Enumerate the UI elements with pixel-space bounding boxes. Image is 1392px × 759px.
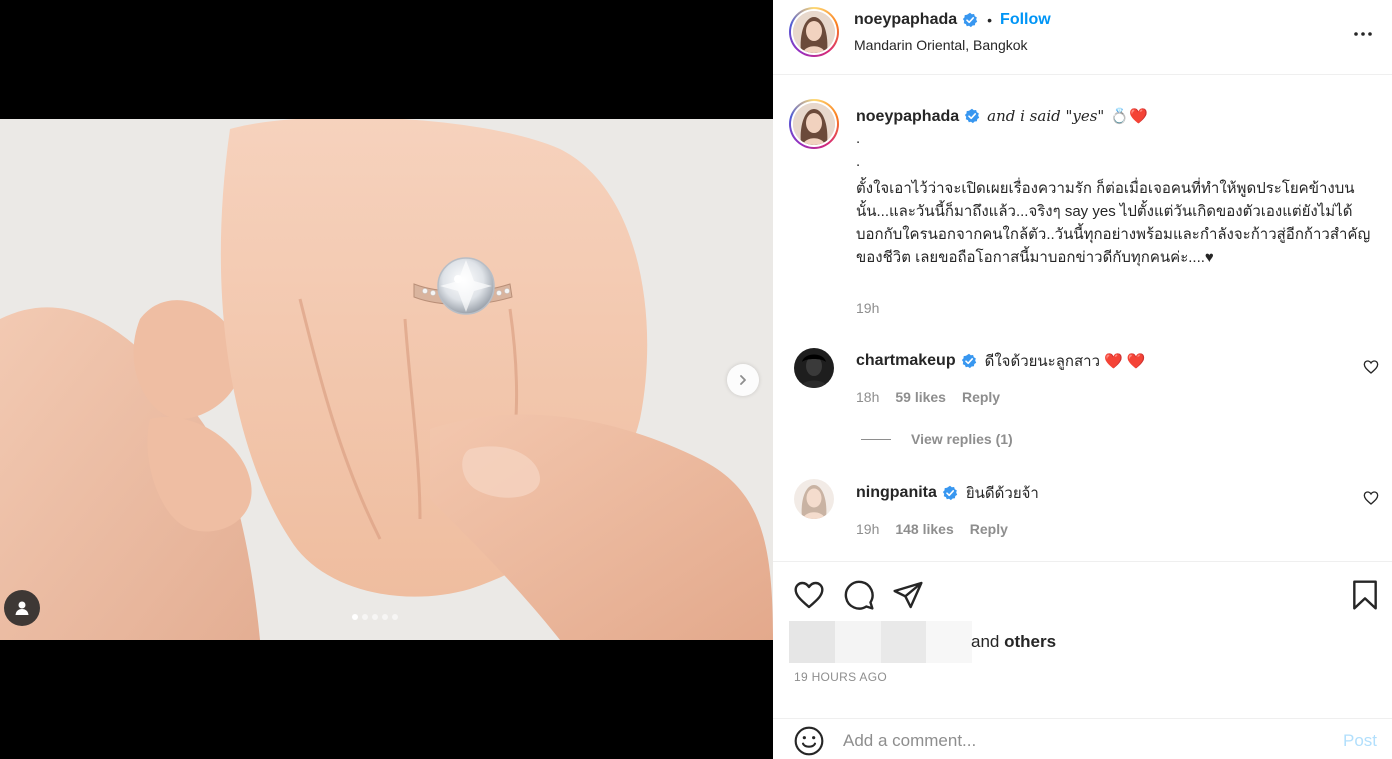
post-details-panel: noeypaphada • Follow Mandarin Oriental, …: [773, 0, 1392, 759]
carousel-dot: [362, 614, 368, 620]
view-replies-button[interactable]: View replies (1): [861, 431, 1013, 447]
comment-button[interactable]: [842, 578, 876, 612]
commenter-avatar-photo: [794, 479, 834, 519]
caption-dot-line: .: [856, 130, 861, 147]
carousel-dot: [392, 614, 398, 620]
more-options-button[interactable]: [1353, 24, 1373, 44]
commenter-avatar[interactable]: [794, 479, 834, 519]
likes-summary: and others: [789, 621, 1056, 663]
like-button[interactable]: [792, 578, 826, 612]
comment-text: ยินดีด้วยจ้า: [965, 485, 1039, 502]
commenter-username[interactable]: ningpanita: [856, 484, 937, 502]
comment-time[interactable]: 19h: [856, 521, 879, 537]
comment-like-heart-icon[interactable]: [1363, 490, 1379, 506]
smiley-icon: [794, 726, 824, 756]
post-timestamp[interactable]: 19 HOURS AGO: [794, 670, 887, 684]
likes-text[interactable]: and others: [971, 632, 1056, 652]
bookmark-icon: [1353, 580, 1377, 610]
commenter-avatar[interactable]: [794, 348, 834, 388]
liker-avatars-blurred[interactable]: [789, 621, 972, 663]
comment-likes[interactable]: 59 likes: [895, 389, 946, 405]
chevron-right-icon: [740, 375, 746, 385]
view-replies-label: View replies (1): [911, 431, 1013, 447]
carousel-dot: [382, 614, 388, 620]
author-avatar-photo: [793, 11, 835, 53]
caption-title: and i said "yes": [987, 106, 1105, 125]
caption-body: ตั้งใจเอาไว้ว่าจะเปิดเผยเรื่องความรัก ก็…: [856, 180, 1371, 266]
comment-reply-button[interactable]: Reply: [962, 389, 1000, 405]
caption-avatar-photo: [793, 103, 835, 145]
carousel-next-button[interactable]: [727, 364, 759, 396]
commenter-username[interactable]: chartmakeup: [856, 352, 956, 370]
comment-likes[interactable]: 148 likes: [895, 521, 953, 537]
commenter-avatar-photo: [794, 348, 834, 388]
heart-outline-icon: [794, 581, 824, 609]
verified-badge-icon: [965, 108, 980, 124]
caption-time[interactable]: 19h: [856, 300, 879, 316]
verified-badge-icon: [963, 12, 978, 28]
comment-reply-button[interactable]: Reply: [970, 521, 1008, 537]
post-comment-button[interactable]: Post: [1343, 731, 1377, 751]
author-avatar[interactable]: [789, 7, 839, 57]
post-caption: noeypaphada and i said "yes" 💍❤️ . . ตั้…: [856, 105, 1376, 269]
save-button[interactable]: [1348, 578, 1382, 612]
user-tag-icon: [15, 601, 29, 615]
comment-input[interactable]: [843, 727, 1323, 755]
comment-bubble-icon: [844, 580, 874, 610]
comment-like-heart-icon[interactable]: [1363, 359, 1379, 375]
heart-emoji: ❤️ ❤️: [1104, 353, 1146, 370]
replies-divider: [861, 438, 891, 440]
likes-and-label: and: [971, 632, 1000, 651]
tagged-users-button[interactable]: [4, 590, 40, 626]
author-username[interactable]: noeypaphada: [854, 11, 957, 29]
add-comment-form: Post: [773, 718, 1392, 759]
engagement-ring-hands-photo: [0, 119, 773, 640]
author-line: noeypaphada • Follow: [854, 11, 1051, 29]
post-location[interactable]: Mandarin Oriental, Bangkok: [854, 37, 1028, 53]
carousel-indicator: [352, 614, 398, 620]
share-button[interactable]: [891, 578, 925, 612]
caption-dot-line: .: [856, 153, 861, 170]
comment-time[interactable]: 18h: [856, 389, 879, 405]
post-photo[interactable]: [0, 119, 773, 640]
post-header: noeypaphada • Follow Mandarin Oriental, …: [773, 0, 1392, 75]
caption-username[interactable]: noeypaphada: [856, 105, 959, 128]
paper-plane-icon: [893, 581, 923, 609]
verified-badge-icon: [961, 353, 976, 369]
follow-button[interactable]: Follow: [1000, 11, 1051, 29]
post-media: [0, 0, 773, 759]
caption-author-avatar[interactable]: [789, 99, 839, 149]
carousel-dot: [352, 614, 358, 620]
header-separator: •: [987, 12, 993, 28]
more-horizontal-icon: [1354, 32, 1372, 36]
carousel-dot: [372, 614, 378, 620]
likes-others-label: others: [1004, 632, 1057, 651]
comment-text: ดีใจด้วยนะลูกสาว: [984, 353, 1100, 370]
verified-badge-icon: [942, 485, 958, 501]
emoji-picker-button[interactable]: [793, 725, 825, 757]
ring-heart-emoji: 💍❤️: [1110, 107, 1148, 125]
